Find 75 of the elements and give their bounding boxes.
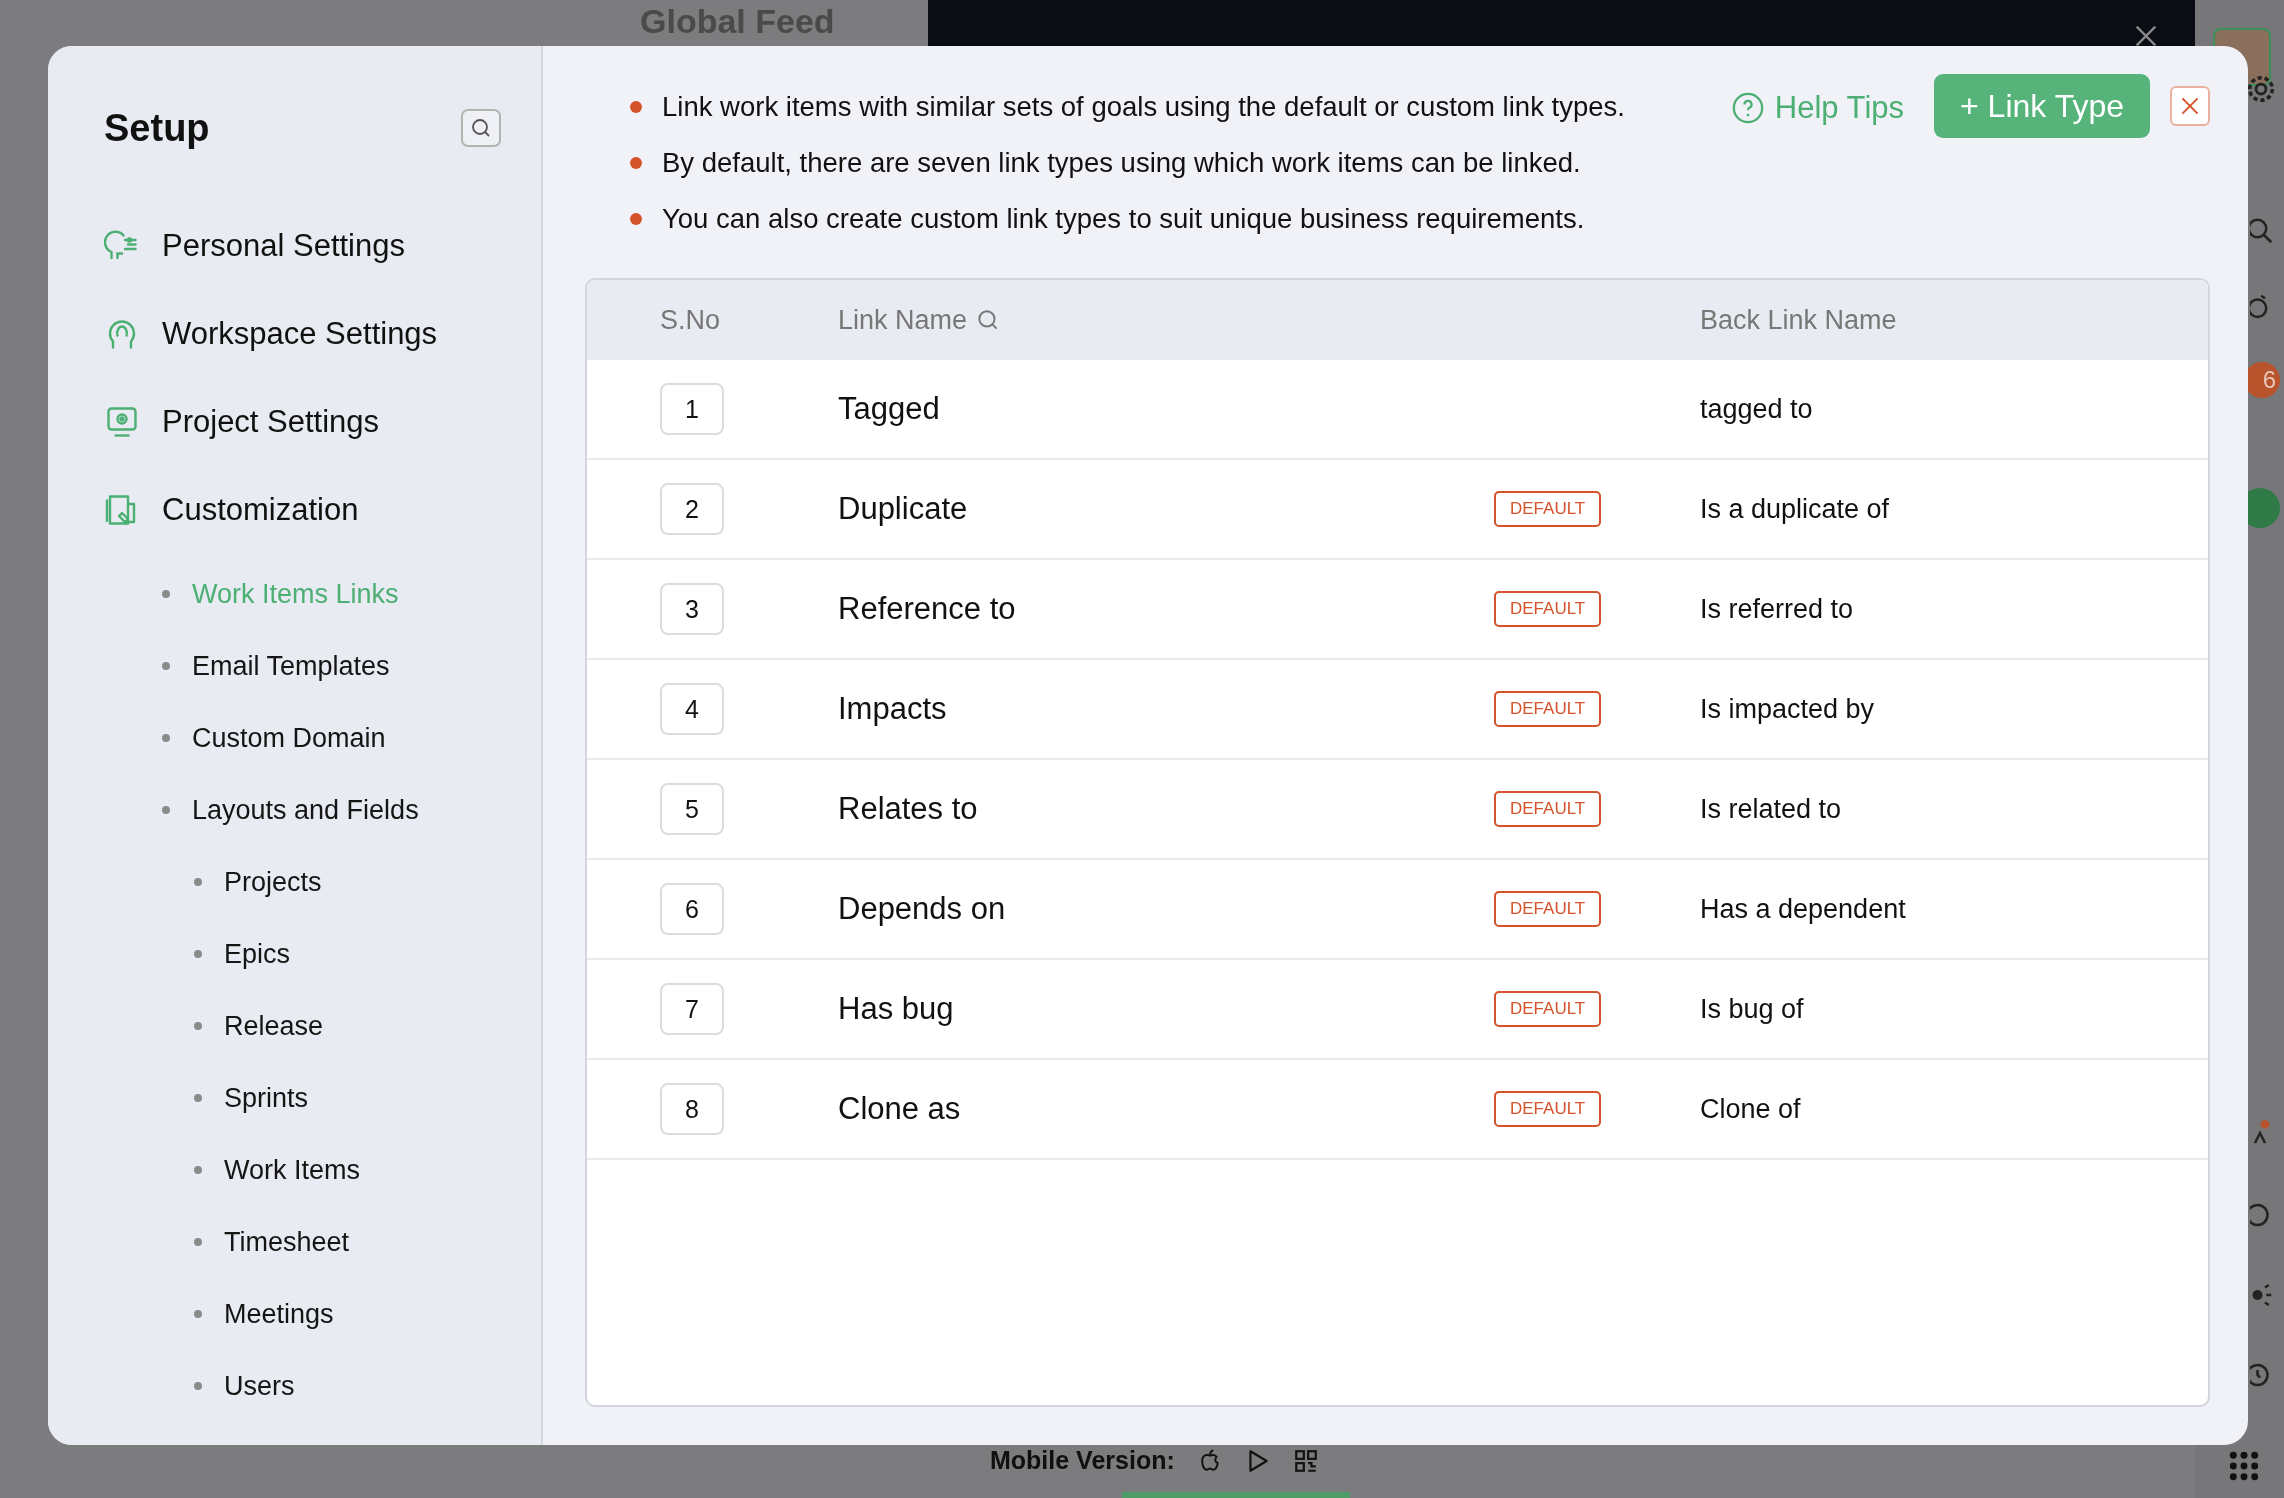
link-name: Duplicate <box>838 491 969 527</box>
back-link-name: Is related to <box>1700 793 1843 825</box>
back-link-name: Clone of <box>1700 1093 1802 1125</box>
bullet-dot <box>194 878 202 886</box>
tip-text: By default, there are seven link types using which work items can be linked. <box>662 146 1581 180</box>
serial-number: 8 <box>660 1083 724 1135</box>
sidebar-subitem[interactable]: Meetings <box>104 1278 501 1350</box>
back-link-name: Is referred to <box>1700 593 1855 625</box>
monitor-icon <box>104 404 140 440</box>
serial-number: 3 <box>660 583 724 635</box>
default-tag: DEFAULT <box>1494 491 1602 527</box>
sidebar-subitem[interactable]: Custom Domain <box>104 702 501 774</box>
default-tag: DEFAULT <box>1494 591 1602 627</box>
bullet-dot <box>630 101 642 113</box>
close-button[interactable] <box>2170 86 2210 126</box>
qr-code-icon[interactable] <box>1292 1447 1319 1474</box>
back-link-name: Is bug of <box>1700 993 1805 1025</box>
help-icon <box>1730 91 1765 125</box>
column-header: Back Link Name <box>1700 304 1898 336</box>
setup-title: Setup <box>104 106 210 150</box>
link-name: Impacts <box>838 691 948 727</box>
serial-number: 5 <box>660 783 724 835</box>
default-tag: DEFAULT <box>1494 791 1602 827</box>
sidebar-subitem[interactable]: Sprints <box>104 1062 501 1134</box>
link-name: Depends on <box>838 891 1007 927</box>
bullet-dot <box>194 1310 202 1318</box>
bullet-dot <box>630 157 642 169</box>
sidebar-subitem[interactable]: Layouts and Fields <box>104 774 501 846</box>
bullet-dot <box>194 1238 202 1246</box>
default-tag: DEFAULT <box>1494 1091 1602 1127</box>
link-name: Relates to <box>838 791 979 827</box>
serial-number: 4 <box>660 683 724 735</box>
tip-text: Link work items with similar sets of goals using the default or custom link types. <box>662 90 1625 124</box>
back-link-name: Is a duplicate of <box>1700 493 1891 525</box>
serial-number: 1 <box>660 383 724 435</box>
sidebar-item-label[interactable]: Workspace Settings <box>162 316 438 352</box>
sidebar-subitem[interactable]: Users <box>104 1350 501 1422</box>
sidebar-subitem[interactable]: Email Templates <box>104 630 501 702</box>
serial-number: 7 <box>660 983 724 1035</box>
bullet-dot <box>162 806 170 814</box>
sidebar-subitem[interactable]: Release <box>104 990 501 1062</box>
bullet-dot <box>194 1166 202 1174</box>
bullet-dot <box>194 1022 202 1030</box>
sidebar-subitem[interactable]: Work Items <box>104 1134 501 1206</box>
default-tag: DEFAULT <box>1494 891 1602 927</box>
default-tag: DEFAULT <box>1494 691 1602 727</box>
sidebar-subitem[interactable]: Epics <box>104 918 501 990</box>
back-link-name: tagged to <box>1700 393 1814 425</box>
link-name: Reference to <box>838 591 1017 627</box>
sidebar-item-label[interactable]: Personal Settings <box>162 228 405 264</box>
serial-number: 6 <box>660 883 724 935</box>
mobile-version-label: Mobile Version: <box>990 1446 1175 1475</box>
bullet-dot <box>194 1094 202 1102</box>
column-header: S.No <box>659 304 722 336</box>
sidebar-subitem[interactable]: Projects <box>104 846 501 918</box>
back-link-name: Has a dependent <box>1700 893 1907 925</box>
link-name: Clone as <box>838 1091 962 1127</box>
sidebar-subitem[interactable]: Timesheet <box>104 1206 501 1278</box>
bullet-dot <box>162 734 170 742</box>
search-button[interactable] <box>461 109 501 147</box>
serial-number: 2 <box>660 483 724 535</box>
back-link-name: Is impacted by <box>1700 693 1876 725</box>
bullet-dot <box>162 590 170 598</box>
bullet-dot <box>194 1382 202 1390</box>
bullet-dot <box>162 662 170 670</box>
bullet-dot <box>630 213 642 225</box>
link-name: Tagged <box>838 391 941 427</box>
apps-grid-icon[interactable] <box>2228 1450 2260 1482</box>
bullet-dot <box>194 950 202 958</box>
default-tag: DEFAULT <box>1494 991 1602 1027</box>
column-header: Link Name <box>838 304 968 336</box>
sidebar-item-label[interactable]: Project Settings <box>162 404 380 440</box>
sidebar-item-label[interactable]: Customization <box>162 492 359 528</box>
link-name: Has bug <box>838 991 955 1027</box>
tip-text: You can also create custom link types to suit unique business requirements. <box>662 202 1585 236</box>
